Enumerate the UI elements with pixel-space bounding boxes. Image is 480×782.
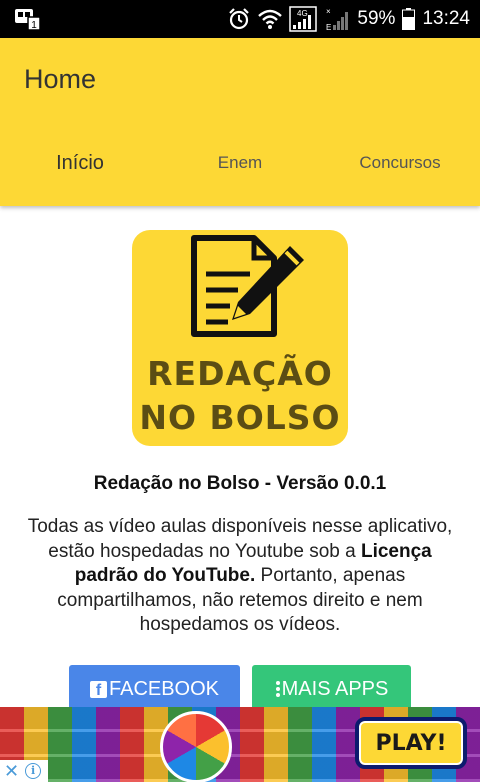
alarm-icon <box>229 8 250 30</box>
ad-close-icon[interactable]: ✕ <box>4 762 19 780</box>
tab-inicio[interactable]: Início <box>0 148 160 200</box>
more-vert-icon <box>275 681 280 697</box>
svg-text:1: 1 <box>31 20 37 31</box>
facebook-icon: f <box>89 680 107 699</box>
battery-icon <box>402 8 416 30</box>
ad-choices: ✕ i <box>0 760 48 782</box>
document-pencil-icon <box>191 235 304 337</box>
svg-text:E: E <box>326 23 331 32</box>
more-apps-button-label: MAIS APPS <box>281 677 389 700</box>
more-apps-button[interactable]: MAIS APPS <box>252 665 411 713</box>
signal-4g-icon: 4G <box>289 6 318 32</box>
description-text: Todas as vídeo aulas disponíveis nesse a… <box>20 515 460 638</box>
version-text: Redação no Bolso - Versão 0.0.1 <box>93 473 387 494</box>
svg-text:×: × <box>326 7 331 16</box>
ad-play-button[interactable]: PLAY! <box>355 717 467 769</box>
logo-text-line1: REDAÇÃO <box>147 354 333 393</box>
facebook-button[interactable]: f FACEBOOK <box>69 665 240 713</box>
signal-icon: × E <box>326 7 349 32</box>
tab-enem[interactable]: Enem <box>160 148 320 200</box>
wifi-icon <box>258 9 283 29</box>
app-logo: REDAÇÃO NO BOLSO <box>132 230 348 446</box>
app-bar: Home Início Enem Concursos <box>0 38 480 206</box>
svg-text:4G: 4G <box>297 9 308 18</box>
logo-text-line2: NO BOLSO <box>139 398 341 437</box>
page-title: Home <box>24 64 97 94</box>
ad-info-icon[interactable]: i <box>25 763 42 779</box>
tab-concursos[interactable]: Concursos <box>320 148 480 200</box>
ad-game-ball-image <box>160 711 232 782</box>
clock: 13:24 <box>422 8 470 29</box>
tab-bar: Início Enem Concursos <box>0 148 480 200</box>
notification-icon: 1 <box>15 9 41 31</box>
battery-percent: 59% <box>357 8 396 29</box>
status-bar: 1 4G × E 59% 13:24 <box>0 0 480 38</box>
facebook-button-label: FACEBOOK <box>108 677 220 700</box>
